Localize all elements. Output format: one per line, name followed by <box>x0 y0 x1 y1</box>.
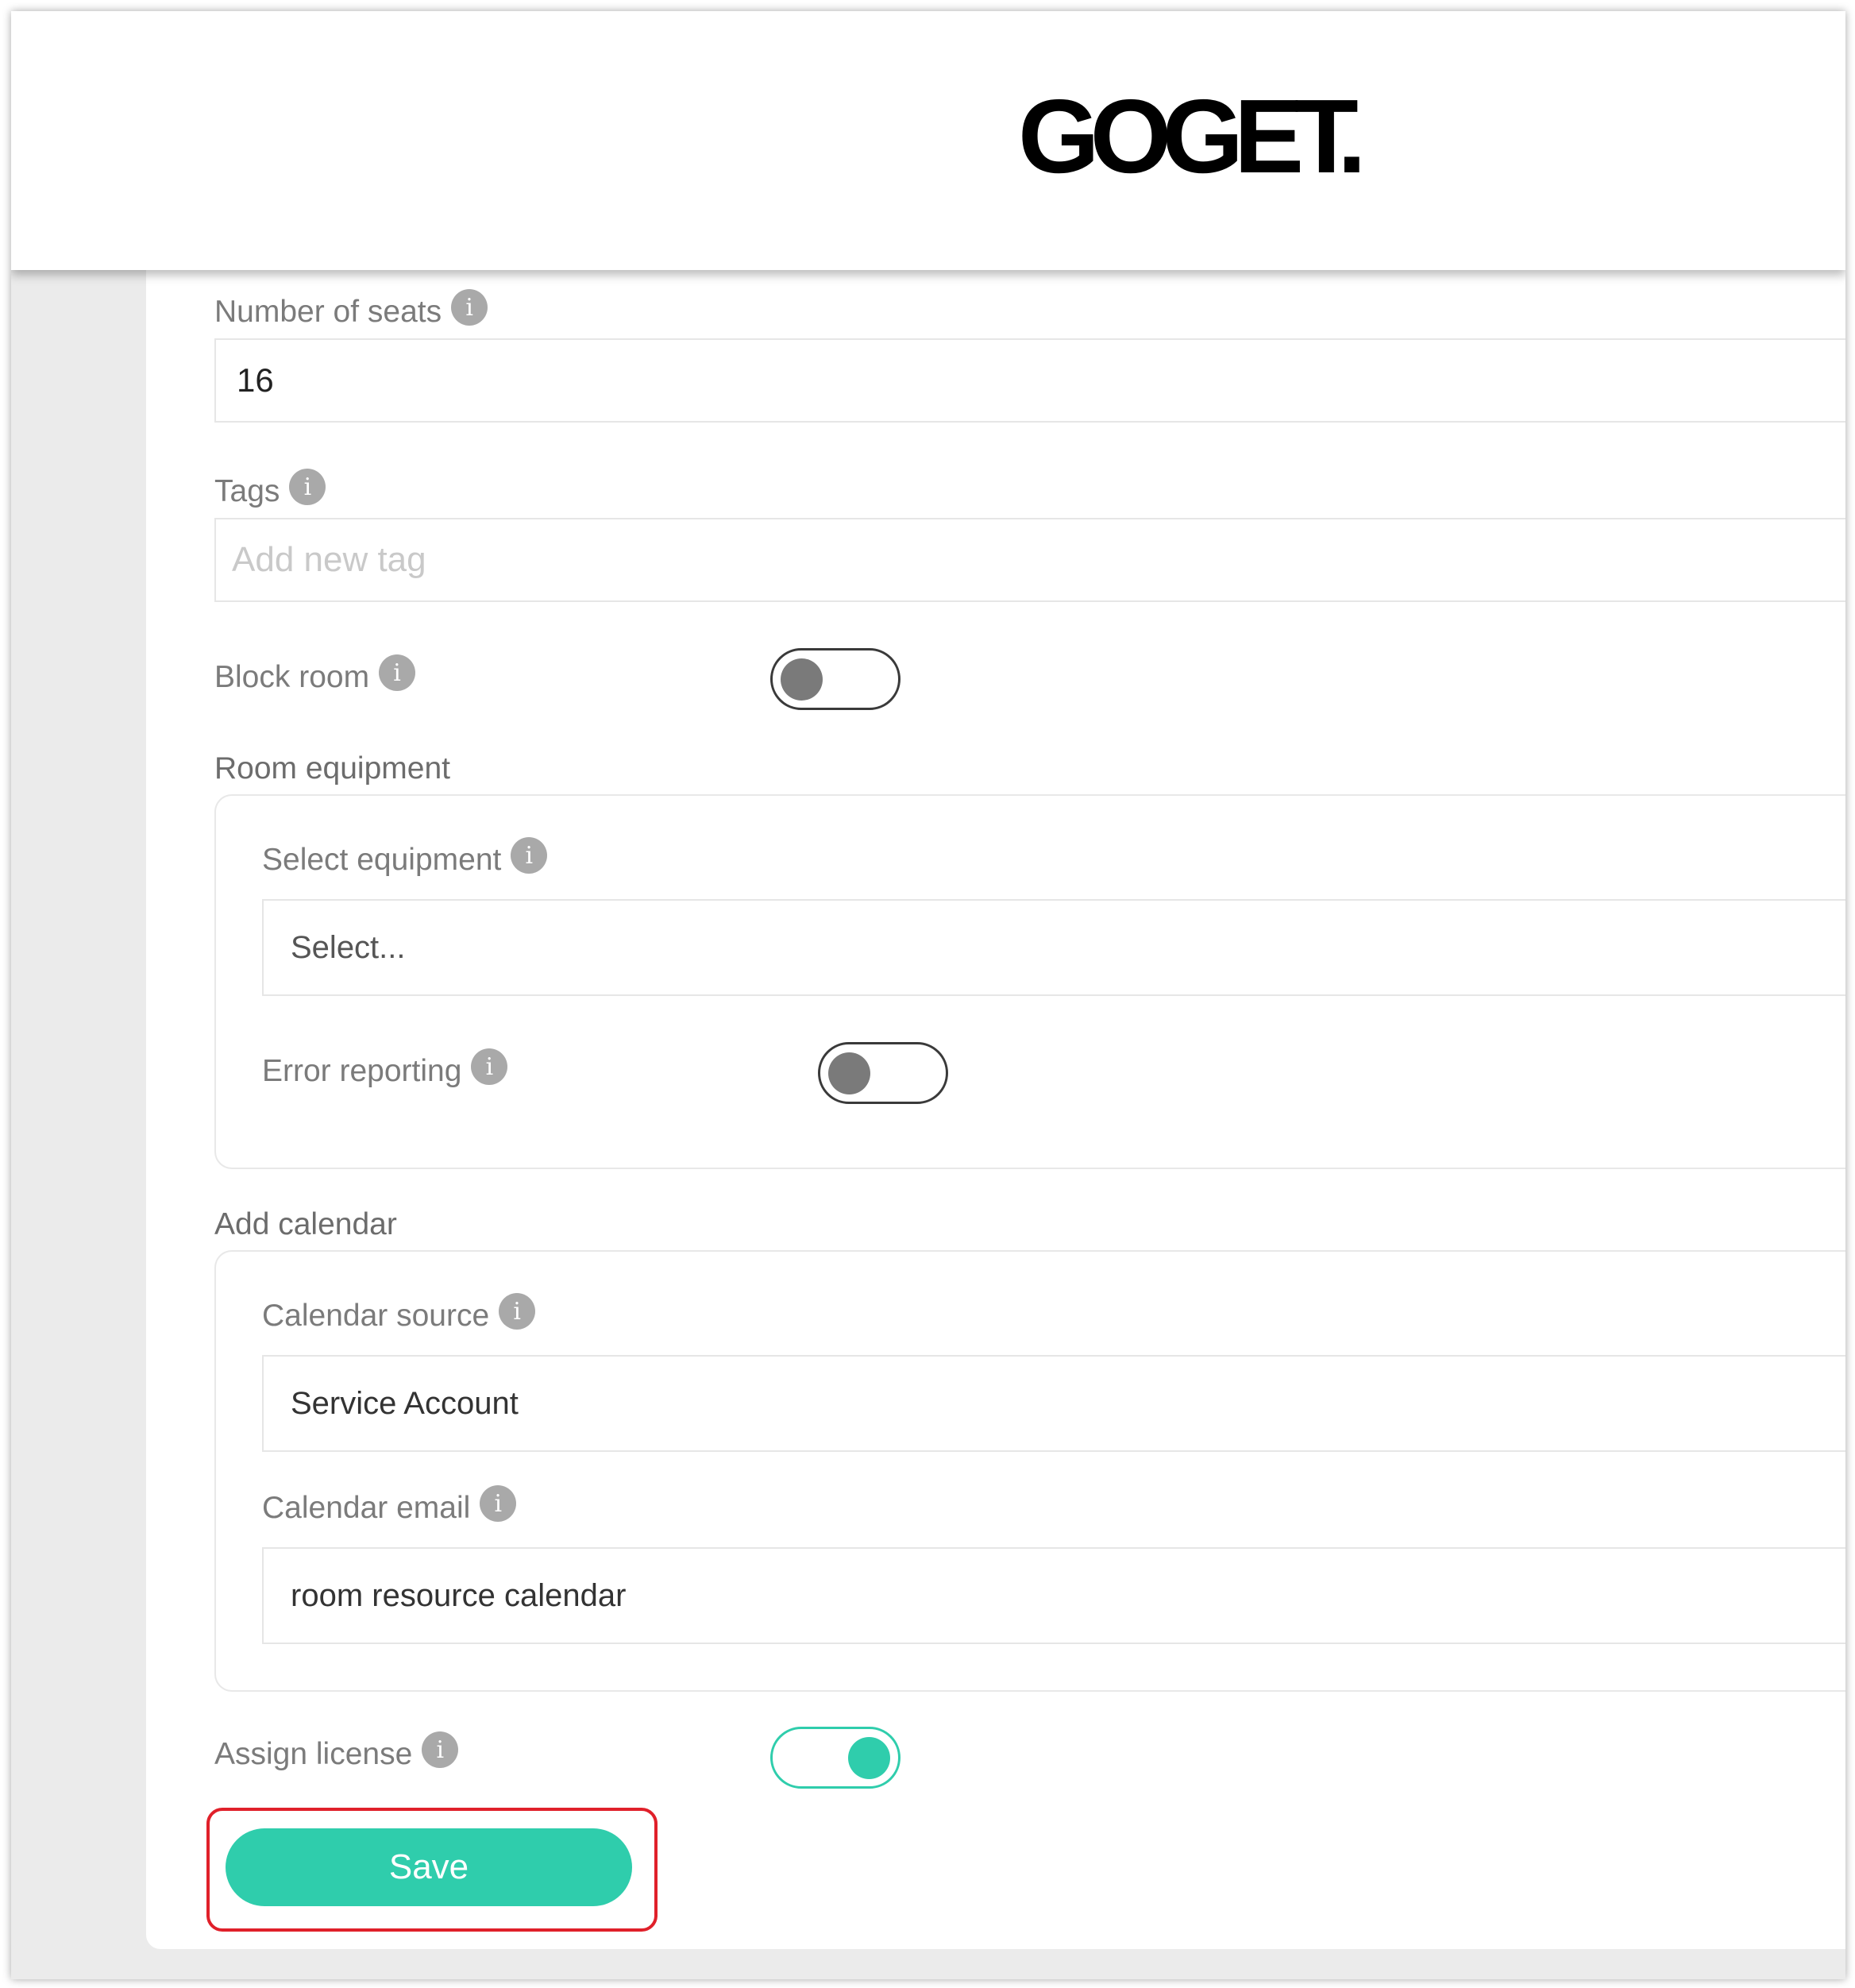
select-equipment-label-text: Select equipment <box>262 843 502 877</box>
block-room-label-text: Block room <box>214 660 370 694</box>
info-icon[interactable]: i <box>499 1293 536 1330</box>
save-button[interactable]: Save <box>226 1828 632 1906</box>
select-equipment-label: Select equipment i <box>262 837 548 878</box>
tags-label-text: Tags <box>214 474 280 508</box>
info-icon[interactable]: i <box>422 1731 459 1768</box>
calendar-email-value: room resource calendar <box>291 1577 627 1613</box>
calendar-source-select[interactable]: Service Account <box>262 1355 1845 1452</box>
block-room-toggle[interactable] <box>770 648 901 710</box>
error-reporting-label-text: Error reporting <box>262 1054 462 1088</box>
assign-license-label: Assign license i <box>214 1731 459 1773</box>
info-icon[interactable]: i <box>289 469 326 505</box>
error-reporting-label: Error reporting i <box>262 1048 508 1090</box>
seats-field[interactable]: 16 <box>214 338 1845 423</box>
equipment-select-value: Select... <box>291 929 406 965</box>
tags-input[interactable] <box>232 540 1845 580</box>
info-icon[interactable]: i <box>480 1485 517 1522</box>
calendar-source-label: Calendar source i <box>262 1293 536 1334</box>
error-reporting-toggle[interactable] <box>818 1042 948 1104</box>
calendar-source-label-text: Calendar source <box>262 1299 490 1333</box>
top-bar: GOGET. <box>11 11 1845 270</box>
calendar-source-value: Service Account <box>291 1385 519 1421</box>
seats-value: 16 <box>237 361 274 399</box>
seats-label-text: Number of seats <box>214 295 442 329</box>
equipment-select[interactable]: Select... <box>262 899 1845 996</box>
toggle-knob <box>828 1052 870 1094</box>
calendar-email-label: Calendar email i <box>262 1485 517 1527</box>
seats-label: Number of seats i <box>214 289 488 330</box>
info-icon[interactable]: i <box>451 289 488 326</box>
info-icon[interactable]: i <box>511 837 548 874</box>
tags-label: Tags i <box>214 469 326 510</box>
info-icon[interactable]: i <box>379 654 416 691</box>
toggle-knob <box>781 658 823 701</box>
info-icon[interactable]: i <box>471 1048 508 1085</box>
block-room-label: Block room i <box>214 654 416 696</box>
calendar-email-field[interactable]: room resource calendar <box>262 1547 1845 1644</box>
tags-field[interactable] <box>214 518 1845 602</box>
goget-logo: GOGET. <box>1018 78 1367 195</box>
room-equipment-title: Room equipment <box>214 751 450 786</box>
assign-license-label-text: Assign license <box>214 1737 413 1771</box>
assign-license-toggle[interactable] <box>770 1727 901 1789</box>
calendar-email-label-text: Calendar email <box>262 1491 471 1525</box>
toggle-knob <box>848 1737 890 1779</box>
app-window: GOGET. Number of seats i 16 Tags i Block… <box>11 11 1845 1979</box>
add-calendar-title: Add calendar <box>214 1207 397 1241</box>
